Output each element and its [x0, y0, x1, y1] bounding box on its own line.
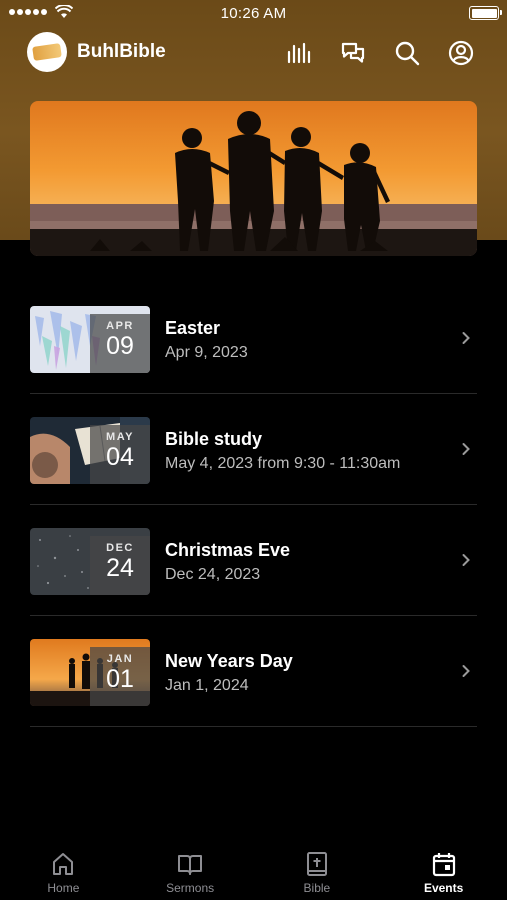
- date-badge-day: 04: [106, 443, 134, 471]
- event-list: APR 09 Easter Apr 9, 2023 MAY 04 Bible s…: [30, 283, 477, 727]
- event-row-new-years-day[interactable]: JAN 01 New Years Day Jan 1, 2024: [30, 616, 477, 727]
- event-date: Apr 9, 2023: [165, 344, 248, 361]
- status-time: 10:26 AM: [220, 5, 287, 22]
- date-badge-day: 09: [106, 332, 134, 360]
- book-open-icon: [178, 855, 203, 875]
- chat-icon[interactable]: [339, 39, 367, 67]
- event-thumbnail: MAY 04: [30, 417, 150, 484]
- chevron-right-icon: [462, 332, 470, 344]
- date-badge-month: APR: [106, 320, 134, 332]
- search-icon[interactable]: [393, 39, 421, 67]
- chevron-right-icon: [462, 554, 470, 566]
- date-badge-day: 24: [106, 554, 134, 582]
- tab-bar: Home Sermons Bible Events: [0, 840, 507, 900]
- tab-events[interactable]: Events: [380, 840, 507, 900]
- event-title: Easter: [165, 318, 221, 338]
- bible-icon: [306, 852, 327, 876]
- church-logo[interactable]: [27, 32, 67, 72]
- tab-label: Home: [47, 881, 80, 895]
- tab-bible[interactable]: Bible: [254, 840, 381, 900]
- event-row-bible-study[interactable]: MAY 04 Bible study May 4, 2023 from 9:30…: [30, 394, 477, 505]
- event-date: Dec 24, 2023: [165, 566, 261, 583]
- status-bar: 10:26 AM: [0, 0, 507, 28]
- tab-label: Bible: [303, 881, 331, 895]
- date-badge: JAN 01: [90, 647, 150, 706]
- event-date: Jan 1, 2024: [165, 677, 249, 694]
- date-badge-month: DEC: [106, 542, 134, 554]
- app-title: BuhlBible: [77, 41, 166, 62]
- event-thumbnail: DEC 24: [30, 528, 150, 595]
- tab-sermons[interactable]: Sermons: [127, 840, 254, 900]
- date-badge: MAY 04: [90, 425, 150, 484]
- event-row-christmas-eve[interactable]: DEC 24 Christmas Eve Dec 24, 2023: [30, 505, 477, 616]
- equalizer-icon[interactable]: [285, 39, 313, 67]
- tab-home[interactable]: Home: [0, 840, 127, 900]
- event-title: New Years Day: [165, 651, 293, 671]
- event-thumbnail: JAN 01: [30, 639, 150, 706]
- chevron-right-icon: [462, 443, 470, 455]
- event-thumbnail: APR 09: [30, 306, 150, 373]
- calendar-icon: [432, 853, 455, 877]
- chevron-right-icon: [462, 665, 470, 677]
- tab-label: Sermons: [166, 881, 215, 895]
- date-badge: DEC 24: [90, 536, 150, 595]
- home-icon: [53, 853, 74, 875]
- hero-image: [30, 101, 477, 256]
- app-header: BuhlBible: [0, 28, 507, 78]
- date-badge: APR 09: [90, 314, 150, 373]
- event-title: Bible study: [165, 429, 263, 449]
- account-icon[interactable]: [447, 39, 475, 67]
- event-row-easter[interactable]: APR 09 Easter Apr 9, 2023: [30, 283, 477, 394]
- event-title: Christmas Eve: [165, 540, 291, 560]
- date-badge-month: JAN: [106, 653, 134, 665]
- battery-icon: [469, 6, 502, 20]
- date-badge-month: MAY: [106, 431, 134, 443]
- event-date: May 4, 2023 from 9:30 - 11:30am: [165, 455, 401, 472]
- tab-label: Events: [423, 881, 464, 895]
- date-badge-day: 01: [106, 665, 134, 693]
